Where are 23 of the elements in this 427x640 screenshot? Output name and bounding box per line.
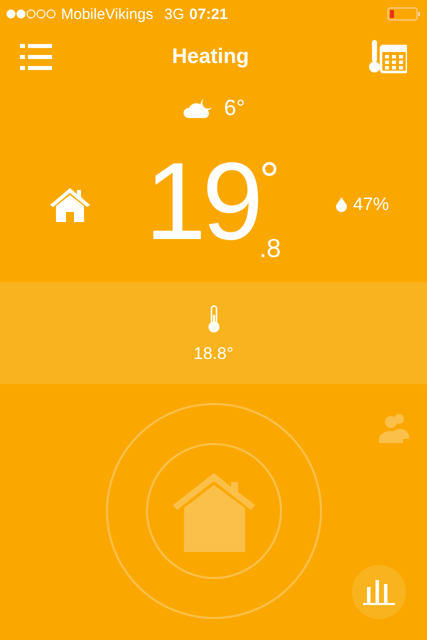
- thermometer-icon: [208, 304, 220, 332]
- indoor-temperature: 19: [144, 147, 260, 257]
- bar-chart-icon: [363, 579, 395, 605]
- carrier-name: MobileVikings: [61, 6, 154, 22]
- clock-time: 07:21: [189, 6, 228, 22]
- network-type: 3G: [164, 6, 184, 22]
- thermometer-calendar-icon: [368, 40, 407, 74]
- home-icon: [50, 186, 90, 222]
- drop-icon: [336, 196, 347, 212]
- thermostat-reading: 18.8°: [194, 344, 234, 362]
- users-icon: [379, 412, 409, 443]
- cloud-moon-icon: [182, 97, 214, 119]
- users-button[interactable]: [379, 412, 409, 443]
- menu-button[interactable]: [20, 44, 52, 70]
- battery-icon: [387, 7, 421, 21]
- screen-title: Heating: [172, 45, 249, 69]
- outdoor-temperature: 6°: [224, 97, 246, 119]
- signal-icon: [6, 9, 56, 19]
- menu-icon: [20, 44, 52, 70]
- degree-sign: °: [259, 155, 280, 205]
- humidity-value: 47%: [352, 195, 389, 213]
- temperature-decimal: .8: [259, 235, 281, 261]
- schedule-button[interactable]: [368, 40, 407, 74]
